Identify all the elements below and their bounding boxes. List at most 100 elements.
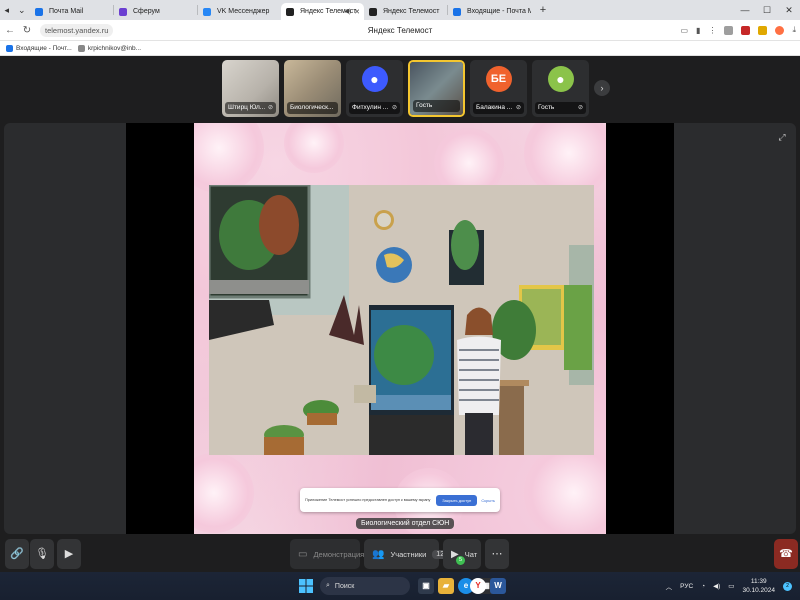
participant-tile[interactable]: Гость: [408, 60, 465, 117]
screen-share-button[interactable]: ▭ Демонстрация: [290, 539, 364, 569]
extension-avatar-icon[interactable]: [775, 25, 785, 35]
participant-tile[interactable]: Биологическ...: [284, 60, 341, 117]
browser-tab[interactable]: Почта Mail: [30, 3, 113, 20]
camera-indicator-icon[interactable]: ▭: [680, 26, 688, 35]
tab-list-chevron-icon[interactable]: ⌄: [18, 5, 26, 16]
telemost-app: Штирц Юл... ⊘ Биологическ... ● Фитхулин ... ⊘…: [0, 56, 800, 572]
screen-share-icon: ▭: [298, 548, 308, 560]
bookmark-item[interactable]: krpichnikov@inb...: [77, 44, 142, 52]
url-text[interactable]: telemost.yandex.ru: [40, 23, 114, 37]
browser-tab[interactable]: Яндекс Телемост: [364, 3, 447, 20]
bookmark-item[interactable]: Входящие - Почт...: [6, 44, 72, 52]
participant-tile[interactable]: Штирц Юл... ⊘: [222, 60, 279, 117]
tab-search-icon[interactable]: ◂: [4, 5, 9, 16]
url-field[interactable]: telemost.yandex.ru: [40, 23, 114, 38]
clock-date: 30.10.2024: [742, 587, 775, 594]
task-view-icon[interactable]: ▣: [418, 578, 434, 594]
maximize-icon[interactable]: ☐: [756, 5, 778, 16]
people-icon: 👥: [372, 548, 385, 560]
mail-icon: [453, 7, 461, 16]
tab-label: Входящие - Почта Mail: [467, 8, 531, 15]
tab-strip-controls: ◂ ⌄: [0, 0, 30, 20]
participant-tile[interactable]: БЕ Балакина ... ⊘: [470, 60, 527, 117]
stop-sharing-button[interactable]: Закрыть доступ: [436, 494, 478, 506]
link-icon[interactable]: 🔗: [5, 539, 29, 569]
clock[interactable]: 11:39 30.10.2024: [742, 577, 775, 595]
strip-next-chevron-icon[interactable]: ›: [594, 80, 610, 96]
more-options-button[interactable]: ⋯: [485, 539, 509, 569]
bookmarks-bar: Входящие - Почт... krpichnikov@inb...: [0, 41, 800, 56]
participant-nameplate: Гость: [413, 100, 460, 112]
reload-icon[interactable]: ↻: [20, 25, 34, 36]
windows-start-icon[interactable]: [298, 578, 314, 594]
windows-taskbar: ⌕ Поиск ▣ ▰ e ▦ Y W ︿ РУС ◔ ◀) ▭ 11:39 3…: [0, 572, 800, 600]
more-dots-icon: ⋯: [491, 548, 503, 560]
browser-tab[interactable]: Входящие - Почта Mail: [448, 3, 531, 20]
battery-icon[interactable]: ▭: [728, 582, 734, 590]
leave-call-button[interactable]: ☎: [774, 539, 798, 569]
participant-avatar: ●: [547, 66, 574, 92]
tab-label: VK Мессенджер: [217, 8, 270, 15]
bookmark-label: Входящие - Почт...: [16, 44, 72, 52]
extension-flag-icon[interactable]: [741, 25, 751, 35]
yandex-browser-icon[interactable]: Y: [470, 578, 486, 594]
participant-name: Штирц Юл...: [228, 104, 266, 111]
participant-tile[interactable]: ● Фитхулин ... ⊘: [346, 60, 403, 117]
classroom-photo-illustration: [209, 185, 594, 455]
tab-label: Яндекс Телемост: [383, 8, 440, 15]
wifi-icon[interactable]: ◔: [701, 583, 705, 590]
page-title: Яндекс Телемост: [367, 25, 433, 35]
bookmark-icon[interactable]: ▮: [696, 26, 700, 35]
bookmark-label: krpichnikov@inb...: [87, 44, 142, 52]
share-banner-text: Приложение Телемост успешно предоставлен…: [305, 498, 431, 502]
downloads-icon[interactable]: ⤓: [792, 25, 796, 35]
browser-tab[interactable]: Сферум: [114, 3, 197, 20]
tray-chevron-icon[interactable]: ︿: [666, 581, 673, 591]
address-bar: ← ↻ telemost.yandex.ru Яндекс Телемост ▭…: [0, 20, 800, 41]
menu-dots-icon[interactable]: ⋮: [708, 26, 716, 35]
hide-banner-link[interactable]: Скрыть: [481, 498, 495, 503]
chat-unread-badge: 5: [456, 556, 465, 565]
blossom-decoration: [194, 453, 254, 533]
minimize-icon[interactable]: —: [734, 5, 756, 15]
participant-avatar: БЕ: [485, 66, 512, 92]
vk-icon: [203, 7, 211, 16]
extension-badge-icon[interactable]: [758, 25, 768, 35]
word-icon[interactable]: W: [490, 578, 506, 594]
address-bar-actions: ▭ ▮ ⋮ ⤓: [676, 25, 800, 35]
participant-tile[interactable]: ● Гость ⊘: [532, 60, 589, 117]
tab-label: Сферум: [133, 8, 160, 15]
participant-name: Биологическ...: [290, 104, 334, 111]
person-icon: ●: [556, 71, 565, 87]
mic-off-button[interactable]: 🎙: [30, 539, 54, 569]
browser-tab[interactable]: VK Мессенджер: [198, 3, 281, 20]
camera-icon: ▶: [64, 548, 74, 560]
hangup-icon: ☎: [779, 548, 793, 560]
notification-icon[interactable]: 2: [783, 581, 792, 591]
file-explorer-icon[interactable]: ▰: [438, 578, 454, 594]
mic-off-icon: 🎙: [35, 548, 49, 560]
taskbar-search[interactable]: ⌕ Поиск: [320, 577, 410, 595]
browser-tab[interactable]: Яндекс Телемост ◀) ✕: [281, 3, 364, 20]
participant-nameplate: Балакина ... ⊘: [473, 102, 524, 114]
system-tray: ︿ РУС ◔ ◀) ▭ 11:39 30.10.2024 2: [662, 572, 796, 600]
tab-close-icon[interactable]: ✕: [354, 8, 360, 16]
tab-label: Почта Mail: [49, 8, 84, 15]
back-arrow-icon[interactable]: ←: [3, 25, 17, 36]
extension-shield-icon[interactable]: [724, 25, 734, 35]
fullscreen-icon[interactable]: ⤢: [776, 131, 788, 143]
search-icon: ⌕: [326, 582, 330, 589]
camera-button[interactable]: ▶: [57, 539, 81, 569]
clock-time: 11:39: [750, 578, 767, 585]
new-tab-button[interactable]: +: [535, 2, 551, 18]
language-indicator[interactable]: РУС: [680, 583, 693, 590]
chat-label: Чат: [464, 549, 478, 559]
chat-button[interactable]: ▶ Чат 5: [443, 539, 481, 569]
participants-button[interactable]: 👥 Участники 12: [364, 539, 449, 569]
telemost-icon: [286, 7, 294, 16]
close-window-icon[interactable]: ✕: [778, 5, 800, 16]
volume-icon[interactable]: ◀): [713, 582, 720, 590]
call-controls: 🔗 🎙 ▶ ▭ Демонстрация 👥 Участники 12 ▶ Ча…: [0, 538, 800, 572]
tab-audio-icon[interactable]: ◀): [344, 8, 351, 15]
shared-screen: Приложение Телемост успешно предоставлен…: [194, 123, 606, 534]
